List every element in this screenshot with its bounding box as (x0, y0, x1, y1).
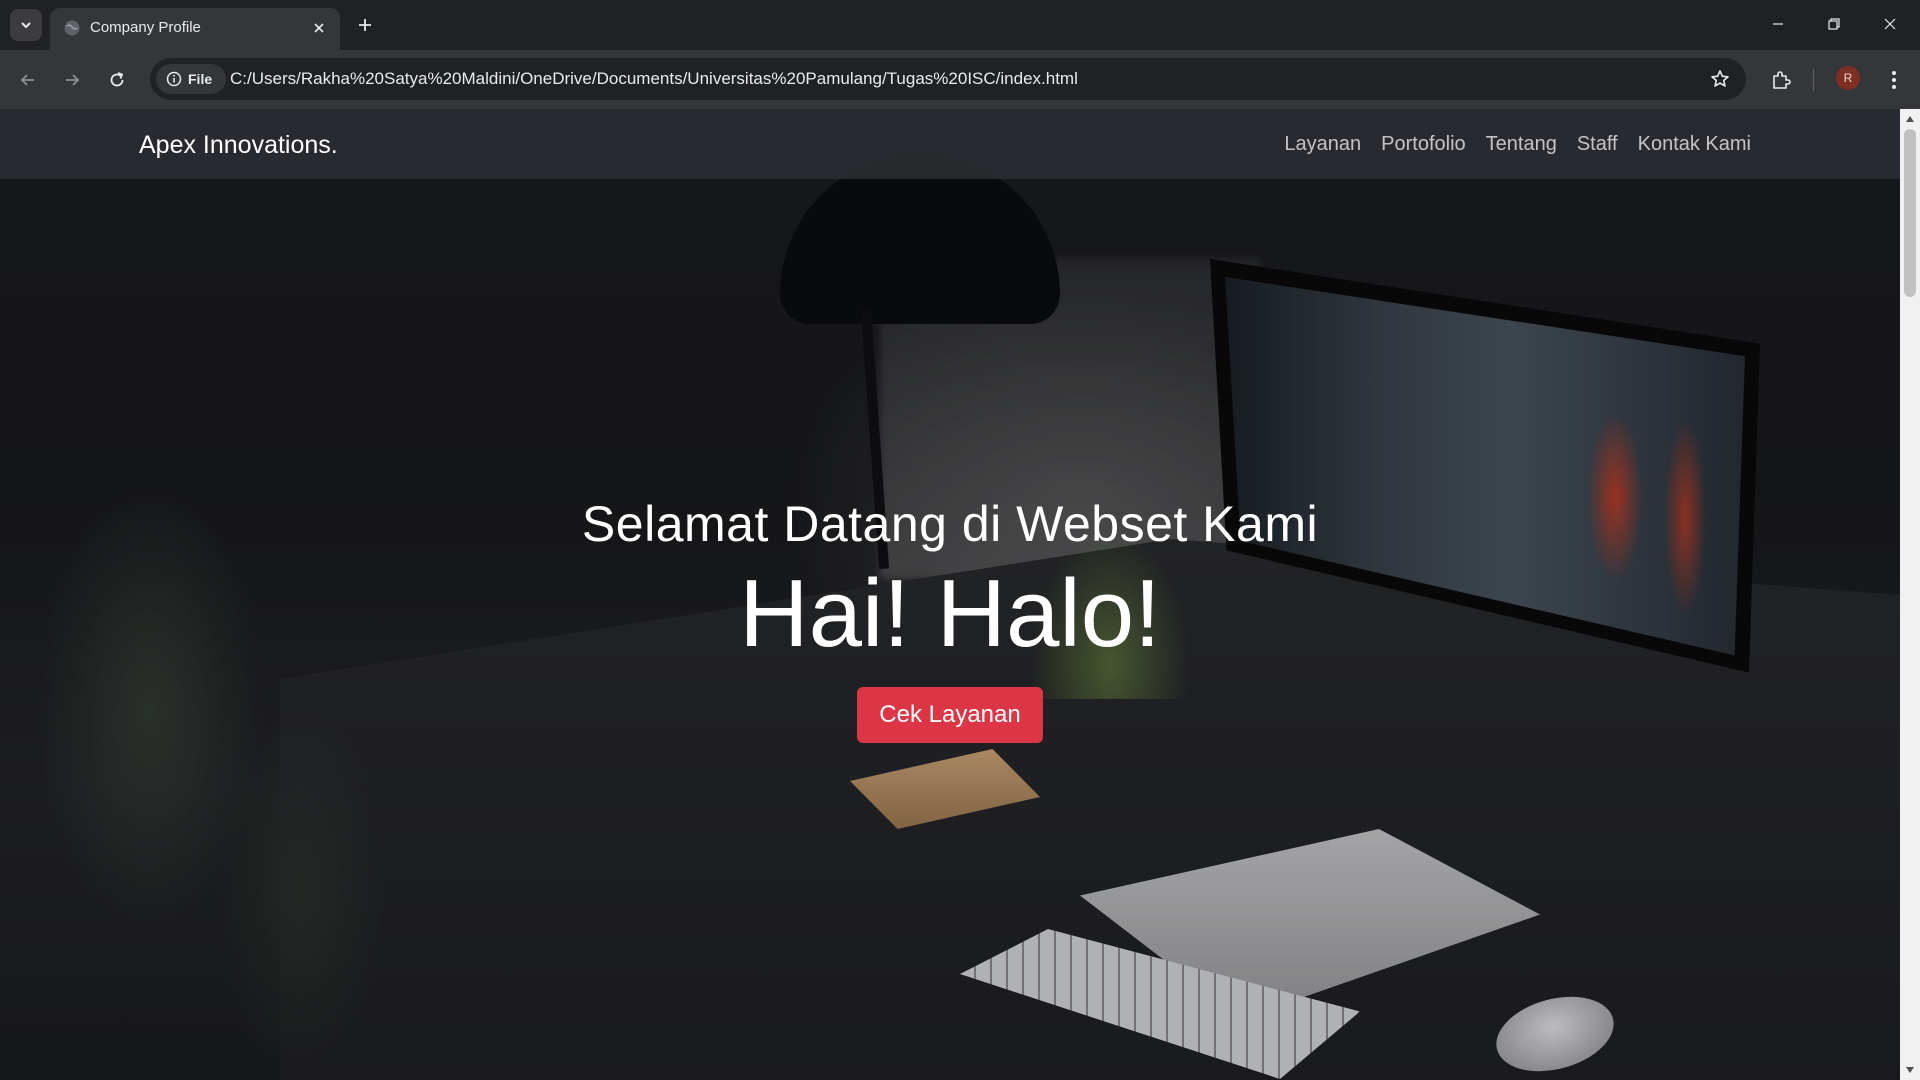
arrow-left-icon (20, 74, 34, 86)
restore-icon (1828, 18, 1840, 30)
site-info-chip[interactable]: File (156, 64, 226, 94)
minimize-button[interactable] (1750, 0, 1806, 48)
nav-link-staff[interactable]: Staff (1577, 133, 1618, 156)
nav-links: Layanan Portofolio Tentang Staff Kontak … (1284, 133, 1751, 156)
nav-link-portofolio[interactable]: Portofolio (1381, 133, 1466, 156)
restore-button[interactable] (1806, 0, 1862, 48)
close-icon (314, 23, 324, 33)
triangle-down-icon (1906, 1067, 1914, 1073)
profile-avatar[interactable]: R (1836, 66, 1860, 90)
reload-button[interactable] (101, 64, 133, 96)
globe-icon (62, 18, 82, 38)
cek-layanan-button[interactable]: Cek Layanan (857, 687, 1043, 744)
site-navbar: Apex Innovations. Layanan Portofolio Ten… (0, 109, 1900, 179)
close-icon (1884, 18, 1896, 30)
hero-lead: Selamat Datang di Webset Kami (581, 496, 1319, 552)
tab-title: Company Profile (90, 19, 201, 36)
nav-link-layanan[interactable]: Layanan (1284, 133, 1361, 156)
menu-button[interactable] (1878, 64, 1910, 96)
star-icon (1711, 70, 1729, 87)
forward-button[interactable] (56, 64, 88, 96)
plus-icon (359, 19, 371, 31)
scroll-up-button[interactable] (1900, 111, 1920, 127)
browser-tab[interactable]: Company Profile (50, 8, 340, 50)
page-scrollbar[interactable] (1900, 109, 1920, 1080)
tab-strip: Company Profile (0, 0, 1920, 50)
info-icon (166, 71, 182, 87)
back-button[interactable] (12, 64, 44, 96)
tab-search-button[interactable] (10, 9, 42, 41)
arrow-right-icon (66, 74, 80, 86)
minimize-icon (1773, 23, 1783, 25)
nav-link-kontak-kami[interactable]: Kontak Kami (1638, 133, 1751, 156)
hero-headline: Hai! Halo! (739, 560, 1161, 667)
toolbar-separator (1813, 69, 1814, 91)
browser-toolbar: File C:/Users/Rakha%20Satya%20Maldini/On… (0, 50, 1920, 109)
url-text[interactable]: C:/Users/Rakha%20Satya%20Maldini/OneDriv… (230, 69, 1078, 89)
nav-link-tentang[interactable]: Tentang (1486, 133, 1557, 156)
hero-content: Selamat Datang di Webset Kami Hai! Halo!… (0, 494, 1900, 744)
extensions-button[interactable] (1765, 64, 1797, 96)
new-tab-button[interactable] (352, 12, 378, 38)
scrollbar-thumb[interactable] (1904, 129, 1916, 297)
chevron-down-icon (21, 22, 31, 29)
address-bar[interactable]: File C:/Users/Rakha%20Satya%20Maldini/On… (150, 58, 1746, 100)
triangle-up-icon (1906, 116, 1914, 122)
close-window-button[interactable] (1862, 0, 1918, 48)
reload-icon (110, 72, 124, 87)
page-viewport: Apex Innovations. Layanan Portofolio Ten… (0, 109, 1900, 1080)
site-chip-label: File (188, 71, 213, 87)
brand-logo[interactable]: Apex Innovations. (139, 131, 338, 160)
puzzle-icon (1773, 71, 1791, 89)
bookmark-button[interactable] (1708, 67, 1732, 91)
kebab-menu-icon (1892, 71, 1896, 89)
scroll-down-button[interactable] (1900, 1062, 1920, 1078)
tab-close-button[interactable] (308, 17, 330, 39)
